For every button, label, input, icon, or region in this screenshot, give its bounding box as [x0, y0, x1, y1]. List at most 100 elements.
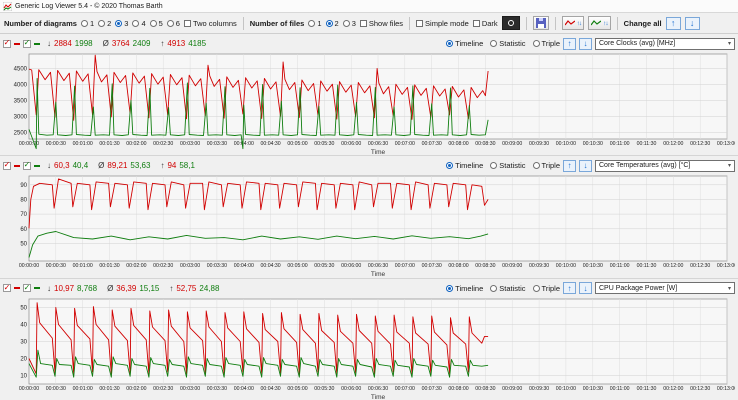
- radio-icon: [308, 19, 316, 27]
- move-metric-down-button[interactable]: ↓: [579, 159, 592, 172]
- svg-text:00:10:00: 00:10:00: [556, 264, 576, 270]
- move-metric-down-button[interactable]: ↓: [579, 37, 592, 50]
- diagram-count-radio-3[interactable]: 3: [115, 19, 128, 28]
- diagram-count-radio-1[interactable]: 1: [80, 18, 95, 28]
- svg-text:00:09:30: 00:09:30: [529, 386, 549, 392]
- file2-visible-checkbox[interactable]: ✓: [23, 161, 31, 170]
- panel-header: ✓ ✓ ↓ 2884 1998 Ø 3764 2409 ↑ 4913 4185 …: [3, 36, 735, 51]
- file2-line-settings-button[interactable]: ↑↓: [588, 16, 611, 30]
- stats-readout: ↓ 10,97 8,768 Ø 36,39 15,15 ↑ 52,75 24,8…: [47, 284, 219, 293]
- metric-dropdown[interactable]: CPU Package Power [W] ▾: [595, 282, 735, 295]
- metric-dropdown[interactable]: Core Clocks (avg) [MHz] ▾: [595, 37, 735, 50]
- move-metric-up-button[interactable]: ↑: [563, 159, 576, 172]
- radio-icon: [166, 19, 174, 27]
- file1-legend-line: [14, 164, 20, 167]
- svg-text:00:05:00: 00:05:00: [287, 264, 307, 270]
- timeline-radio[interactable]: Timeline: [446, 284, 483, 293]
- toolbar-separator: [616, 16, 618, 30]
- timeline-radio[interactable]: Timeline: [446, 39, 483, 48]
- up-arrow-icon: ↑: [567, 161, 572, 171]
- diagram-count-radio-5[interactable]: 5: [149, 19, 163, 28]
- window-title: Generic Log Viewer 5.4 - © 2020 Thomas B…: [15, 2, 163, 10]
- file-count-radio-3[interactable]: 3: [342, 19, 356, 28]
- show-files-checkbox[interactable]: Show files: [359, 19, 403, 28]
- svg-text:00:07:30: 00:07:30: [422, 386, 442, 392]
- svg-text:00:11:30: 00:11:30: [637, 264, 657, 270]
- metric-dropdown-value: Core Clocks (avg) [MHz]: [599, 40, 676, 47]
- statistic-radio[interactable]: Statistic: [490, 283, 526, 293]
- svg-text:00:11:30: 00:11:30: [637, 386, 657, 392]
- svg-text:00:08:00: 00:08:00: [448, 141, 468, 147]
- metric-dropdown-value: CPU Package Power [W]: [599, 284, 678, 292]
- svg-text:00:00:00: 00:00:00: [19, 264, 39, 270]
- timeline-radio[interactable]: Timeline: [446, 161, 483, 170]
- statistic-radio[interactable]: Statistic: [490, 39, 526, 48]
- metric-dropdown[interactable]: Core Temperatures (avg) [°C] ▾: [595, 159, 735, 172]
- file2-visible-checkbox[interactable]: ✓: [23, 39, 31, 48]
- svg-text:20: 20: [20, 356, 27, 362]
- screenshot-button[interactable]: [501, 16, 520, 30]
- radio-icon: [342, 19, 350, 27]
- svg-text:00:07:00: 00:07:00: [395, 264, 415, 270]
- diagram-count-radio-2[interactable]: 2: [98, 19, 111, 28]
- svg-text:00:01:00: 00:01:00: [73, 386, 93, 392]
- red-line-icon: [564, 19, 575, 25]
- svg-text:00:12:00: 00:12:00: [663, 386, 683, 392]
- svg-text:10: 10: [20, 373, 27, 379]
- file2-visible-checkbox[interactable]: ✓: [23, 283, 31, 293]
- down-arrow-icon: ↓: [583, 39, 588, 48]
- max-green-value: 4185: [188, 39, 207, 48]
- min-red-value: 60,3: [54, 161, 70, 171]
- panel-core-clocks: ✓ ✓ ↓ 2884 1998 Ø 3764 2409 ↑ 4913 4185 …: [0, 34, 738, 156]
- radio-label: Triple: [541, 161, 560, 171]
- svg-text:50: 50: [20, 242, 27, 248]
- simple-mode-checkbox[interactable]: Simple mode: [416, 19, 469, 28]
- svg-text:2500: 2500: [14, 131, 28, 137]
- max-green-value: 24,88: [199, 283, 220, 293]
- max-red-value: 94: [167, 161, 177, 171]
- radio-label: Statistic: [499, 39, 526, 48]
- svg-text:00:07:30: 00:07:30: [422, 264, 442, 270]
- save-button[interactable]: [532, 16, 549, 30]
- down-arrow-icon: ↓: [689, 18, 695, 28]
- svg-text:00:06:00: 00:06:00: [341, 386, 361, 392]
- two-columns-checkbox[interactable]: Two columns: [183, 19, 237, 28]
- file1-visible-checkbox[interactable]: ✓: [3, 283, 11, 293]
- down-arrow-icon: ↓: [583, 283, 588, 293]
- svg-text:70: 70: [20, 212, 27, 218]
- triple-radio[interactable]: Triple: [532, 284, 560, 293]
- file2-legend-line: [34, 42, 40, 45]
- file1-legend-line: [14, 42, 20, 45]
- file-count-radio-1[interactable]: 1: [308, 19, 322, 28]
- triple-radio[interactable]: Triple: [532, 161, 560, 171]
- change-all-up-button[interactable]: ↑: [665, 16, 681, 30]
- radio-icon: [132, 19, 140, 27]
- change-all-down-button[interactable]: ↓: [684, 16, 700, 30]
- svg-text:00:09:30: 00:09:30: [529, 141, 549, 147]
- statistic-radio[interactable]: Statistic: [490, 161, 526, 170]
- file-count-radio-2[interactable]: 2: [325, 19, 339, 28]
- file1-line-settings-button[interactable]: ↑↓: [561, 16, 585, 30]
- move-metric-up-button[interactable]: ↑: [563, 37, 576, 50]
- radio-icon-selected: [325, 19, 333, 27]
- svg-text:00:05:00: 00:05:00: [287, 386, 307, 392]
- change-all-label: Change all: [623, 18, 662, 28]
- file-count-label: Number of files: [249, 18, 305, 28]
- radio-icon: [490, 162, 498, 170]
- radio-icon-selected: [446, 40, 454, 47]
- down-arrow-icon: ↓: [583, 161, 588, 171]
- radio-label: Statistic: [499, 283, 526, 293]
- radio-label: 1: [89, 18, 95, 28]
- file1-visible-checkbox[interactable]: ✓: [3, 161, 11, 170]
- dark-mode-checkbox[interactable]: Dark: [472, 19, 498, 28]
- file1-visible-checkbox[interactable]: ✓: [3, 39, 11, 48]
- diagram-count-radio-4[interactable]: 4: [132, 19, 146, 28]
- svg-text:00:01:30: 00:01:30: [99, 386, 119, 392]
- triple-radio[interactable]: Triple: [532, 39, 560, 48]
- move-metric-up-button[interactable]: ↑: [563, 282, 576, 295]
- chevron-down-icon: ▾: [727, 163, 731, 170]
- stats-readout: ↓ 2884 1998 Ø 3764 2409 ↑ 4913 4185: [47, 39, 206, 48]
- move-metric-down-button[interactable]: ↓: [579, 282, 592, 295]
- svg-text:00:13:00: 00:13:00: [717, 264, 735, 270]
- diagram-count-radio-6[interactable]: 6: [166, 19, 180, 28]
